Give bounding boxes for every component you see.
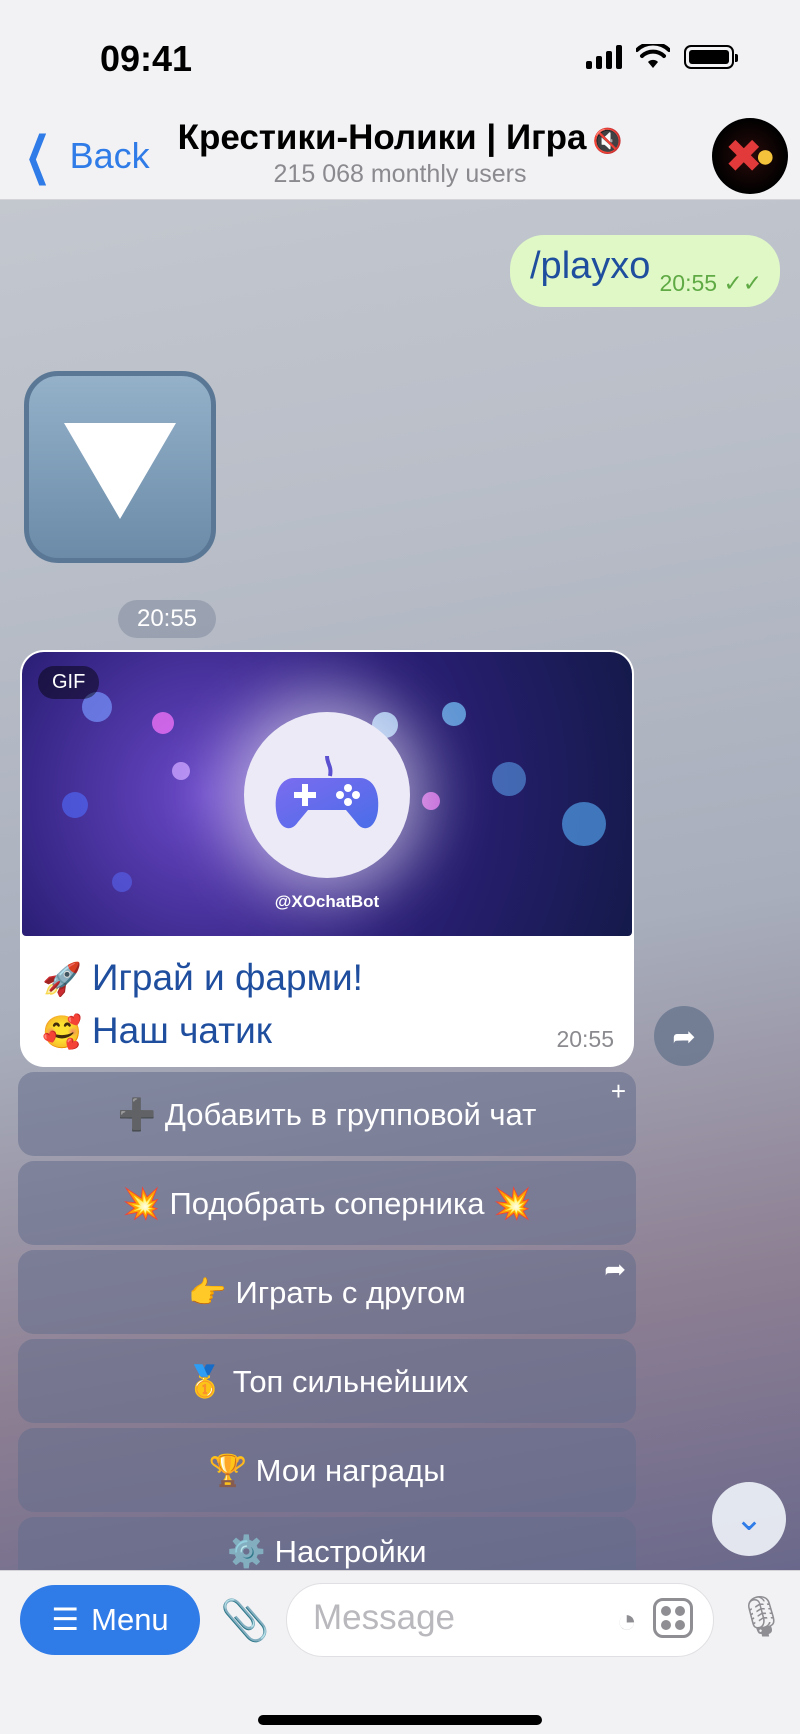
add-to-group-label: ➕ Добавить в групповой чат [117, 1096, 537, 1132]
my-awards-label: 🏆 Мои награды [208, 1452, 446, 1488]
sticker-icon[interactable]: ◔ [616, 1602, 637, 1641]
gif-preview[interactable]: GIF @XOchatBot [22, 652, 632, 936]
double-check-icon: ✓✓ [723, 270, 762, 296]
gif-badge: GIF [38, 666, 100, 699]
triangle-down-icon [64, 423, 176, 519]
smiling-face-hearts-icon: 🥰 [42, 1014, 82, 1050]
cellular-signal-icon [586, 45, 622, 69]
share-corner-icon: ➦ [604, 1254, 626, 1284]
paperclip-icon[interactable]: 📎 [220, 1597, 270, 1644]
wifi-icon [636, 44, 670, 68]
status-time: 09:41 [100, 38, 193, 79]
find-opponent-button[interactable]: 💥 Подобрать соперника 💥 [18, 1161, 636, 1245]
outgoing-message-time: 20:55 [659, 270, 718, 296]
share-arrow-icon: ➦ [672, 1020, 696, 1052]
find-opponent-label: 💥 Подобрать соперника 💥 [122, 1185, 532, 1221]
outgoing-message-text: /playxo [530, 245, 651, 287]
microphone-icon[interactable]: 🎙 [736, 1593, 787, 1640]
card-line-1[interactable]: 🚀 Играй и фарми! [42, 952, 363, 1005]
chat-header: ❮ Back Крестики-Нолики | Игра 🔇 215 068 m… [0, 108, 800, 200]
home-indicator [258, 1715, 542, 1725]
top-players-label: 🥇 Топ сильнейших [185, 1363, 469, 1399]
message-input[interactable] [313, 1598, 573, 1638]
message-input-wrapper: ◔ [286, 1583, 714, 1657]
chat-title-text: Крестики-Нолики | Игра [177, 118, 587, 157]
dice-sticker[interactable] [24, 371, 216, 563]
gif-handle-text: @XOchatBot [274, 892, 380, 911]
my-awards-button[interactable]: 🏆 Мои награды [18, 1428, 636, 1512]
outgoing-message-meta: 20:55 ✓✓ [660, 270, 763, 297]
menu-label: Menu [91, 1602, 169, 1637]
avatar-o-glyph: ● [755, 137, 776, 175]
chat-title[interactable]: Крестики-Нолики | Игра 🔇 [0, 118, 800, 158]
card-line-1-text: Играй и фарми! [91, 957, 363, 998]
add-to-group-button[interactable]: ➕ Добавить в групповой чат + [18, 1072, 636, 1156]
gamepad-badge [244, 712, 410, 878]
status-bar: 09:41 [0, 0, 800, 108]
muted-icon: 🔇 [592, 128, 623, 155]
battery-icon [684, 45, 738, 69]
card-line-2-text: Наш чатик [91, 1010, 272, 1051]
scroll-down-button[interactable]: ⌄ [712, 1482, 786, 1556]
play-with-friend-label: 👉 Играть с другом [188, 1274, 466, 1310]
play-with-friend-button[interactable]: 👉 Играть с другом ➦ [18, 1250, 636, 1334]
outgoing-message[interactable]: /playxo 20:55 ✓✓ [510, 235, 780, 307]
chat-subtitle: 215 068 monthly users [273, 160, 527, 188]
sticker-time: 20:55 [118, 600, 216, 638]
plus-corner-icon: + [610, 1076, 626, 1106]
status-icons [586, 44, 738, 70]
settings-label: ⚙️ Настройки [227, 1534, 427, 1569]
hamburger-icon: ☰ [51, 1602, 80, 1637]
share-button[interactable]: ➦ [654, 1006, 714, 1066]
bot-menu-button[interactable]: ☰ Menu [20, 1585, 200, 1655]
top-players-button[interactable]: 🥇 Топ сильнейших [18, 1339, 636, 1423]
card-line-2[interactable]: 🥰 Наш чатик [42, 1005, 363, 1058]
keyboard-grid-icon[interactable] [653, 1598, 693, 1638]
composer-bar: ☰ Menu 📎 ◔ 🎙 [0, 1570, 800, 1734]
card-time: 20:55 [556, 1026, 614, 1052]
chevron-down-icon: ⌄ [734, 1500, 764, 1538]
bot-avatar[interactable]: ✖ ● [712, 118, 788, 194]
gamepad-icon [275, 755, 379, 829]
card-text: 🚀 Играй и фарми! 🥰 Наш чатик [42, 952, 363, 1058]
rocket-icon: 🚀 [42, 961, 82, 997]
bot-message-card[interactable]: GIF @XOchatBot 🚀 Играй и фарми! 🥰 Наш ча… [20, 650, 634, 1067]
